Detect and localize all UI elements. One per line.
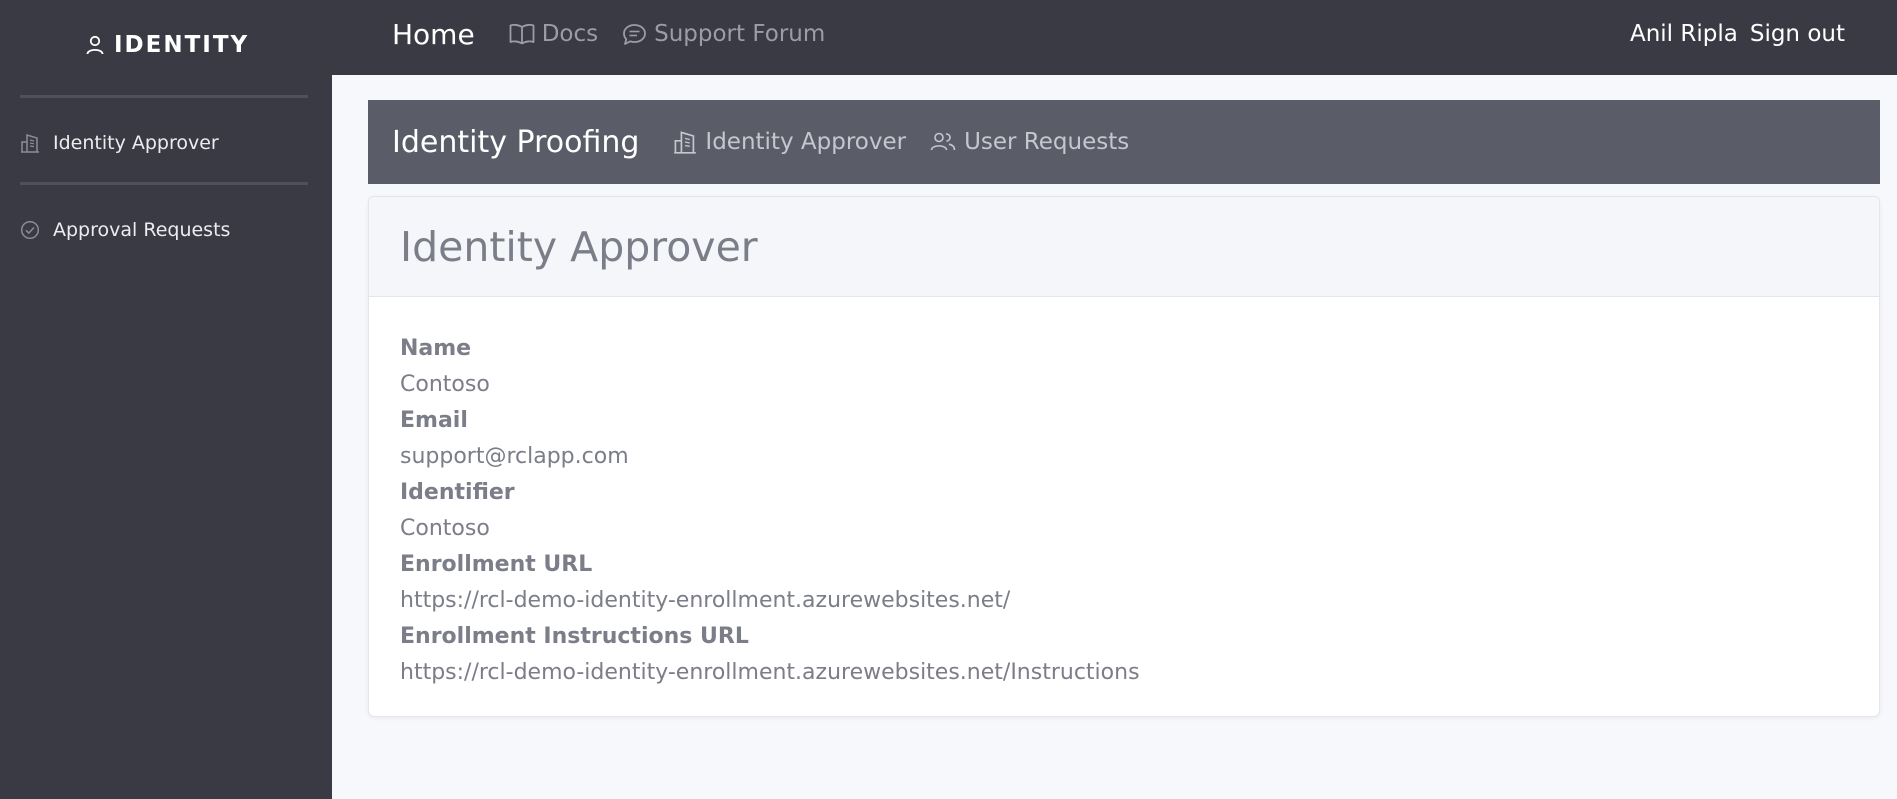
building-icon (673, 130, 697, 154)
building-icon (20, 133, 40, 153)
nav-support-forum-link[interactable]: Support Forum (622, 21, 825, 47)
subnav-identity-approver-link[interactable]: Identity Approver (673, 129, 906, 155)
sidebar: Identity Approver Approval Requests (0, 75, 332, 799)
card-header: Identity Approver (369, 197, 1879, 297)
card-title: Identity Approver (400, 222, 758, 271)
user-menu: Anil Ripla Sign out (1630, 14, 1845, 54)
field-value-identifier: Contoso (400, 516, 490, 541)
sidebar-item-identity-approver[interactable]: Identity Approver (20, 127, 219, 159)
sidebar-divider (20, 95, 308, 98)
field-value-name: Contoso (400, 372, 490, 397)
sidebar-item-approval-requests[interactable]: Approval Requests (20, 214, 230, 246)
nav-docs-label: Docs (541, 21, 599, 47)
sign-out-link[interactable]: Sign out (1750, 21, 1845, 47)
book-icon (509, 23, 535, 45)
subnav-user-requests-label: User Requests (964, 129, 1130, 155)
sidebar-item-label: Identity Approver (53, 132, 219, 154)
identity-approver-card: Identity Approver Name Contoso Email sup… (368, 196, 1880, 717)
field-label-email: Email (400, 408, 468, 433)
details-list: Name Contoso Email support@rclapp.com Id… (369, 297, 1879, 691)
check-circle-icon (20, 220, 40, 240)
top-navbar: IDENTITY Home Docs Support Forum Anil Ri… (0, 0, 1897, 75)
field-value-enrollment-url: https://rcl-demo-identity-enrollment.azu… (400, 588, 1011, 613)
nav-home-link[interactable]: Home (392, 18, 475, 51)
chat-bubble-icon (622, 23, 647, 46)
field-label-enrollment-url: Enrollment URL (400, 552, 593, 577)
field-label-enrollment-instructions-url: Enrollment Instructions URL (400, 624, 749, 649)
section-title[interactable]: Identity Proofing (392, 125, 639, 160)
field-value-email: support@rclapp.com (400, 444, 629, 469)
field-value-enrollment-instructions-url: https://rcl-demo-identity-enrollment.azu… (400, 660, 1140, 685)
user-icon (86, 35, 104, 55)
nav-docs-link[interactable]: Docs (509, 21, 598, 47)
nav-support-forum-label: Support Forum (654, 21, 826, 47)
field-label-name: Name (400, 336, 472, 361)
sidebar-divider (20, 182, 308, 185)
brand-title: IDENTITY (114, 32, 250, 58)
user-name-link[interactable]: Anil Ripla (1630, 21, 1738, 47)
users-icon (930, 131, 956, 153)
field-label-identifier: Identifier (400, 480, 515, 505)
brand[interactable]: IDENTITY (86, 30, 249, 60)
subnav-identity-approver-label: Identity Approver (705, 129, 907, 155)
sidebar-item-label: Approval Requests (53, 219, 231, 241)
section-header: Identity Proofing Identity Approver User… (368, 100, 1880, 184)
main-nav: Home Docs Support Forum (392, 14, 849, 54)
subnav-user-requests-link[interactable]: User Requests (930, 129, 1129, 155)
